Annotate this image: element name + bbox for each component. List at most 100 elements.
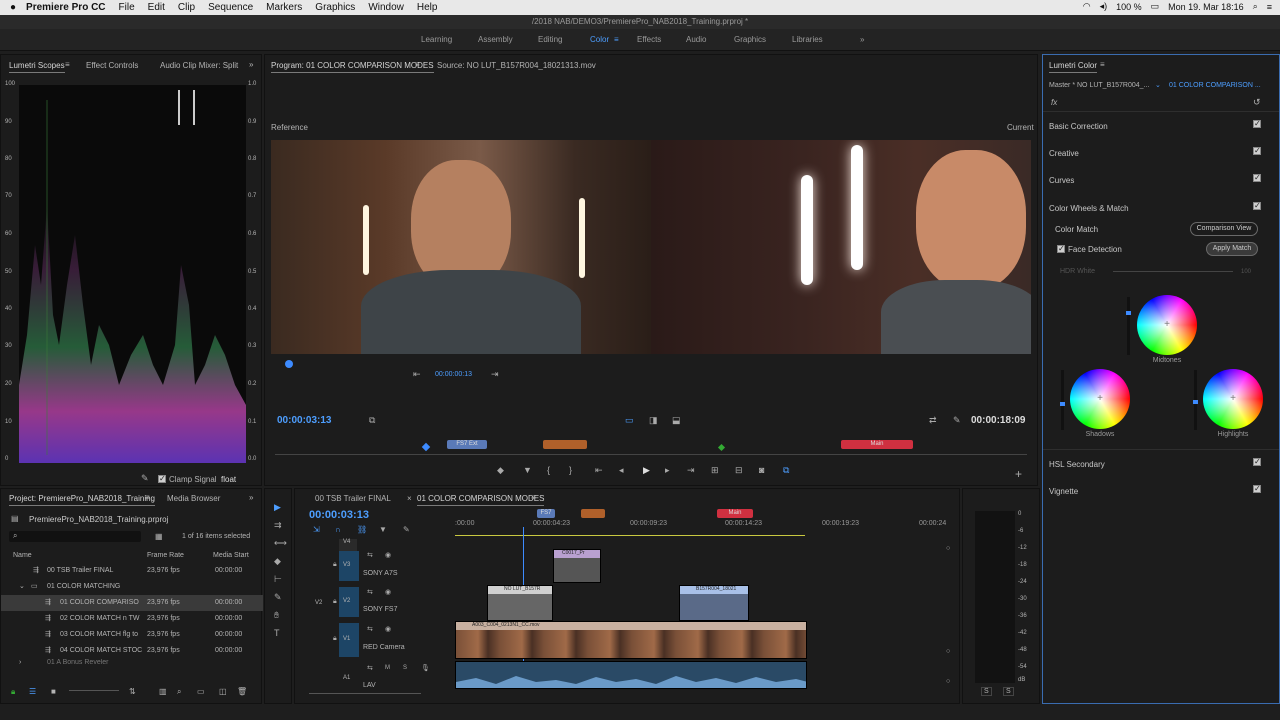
list-item[interactable]: ⇶ 02 COLOR MATCH n TW 23,976 fps 00:00:00 — [1, 611, 263, 627]
creative-checkbox[interactable] — [1253, 146, 1261, 155]
tab-media-browser[interactable]: Media Browser — [167, 494, 220, 503]
export-frame-icon[interactable]: ◙ — [759, 465, 764, 475]
eye-icon[interactable]: ◉ — [385, 588, 391, 596]
list-item[interactable]: ⇶ 00 TSB Trailer FINAL 23,976 fps 00:00:00 — [1, 563, 263, 579]
step-forward-icon[interactable]: ▸ — [665, 465, 670, 476]
vignette-checkbox[interactable] — [1253, 484, 1261, 493]
section-color-wheels[interactable]: Color Wheels & Match — [1049, 204, 1129, 213]
wrench-icon[interactable]: ✎ — [141, 473, 149, 484]
reference-frame[interactable] — [271, 140, 651, 354]
bit-depth-select[interactable]: float — [221, 475, 236, 484]
menu-file[interactable]: File — [119, 2, 135, 13]
panel-menu-icon[interactable]: ≡ — [65, 60, 70, 69]
section-vignette[interactable]: Vignette — [1049, 487, 1078, 496]
master-clip-select[interactable]: Master * NO LUT_B157R004_... — [1049, 82, 1149, 89]
ws-color[interactable]: Color — [590, 35, 609, 44]
pen-icon[interactable]: ✎ — [274, 592, 282, 603]
timeline-marker-main[interactable]: Main — [717, 509, 753, 518]
timeline-zoom-scrollbar[interactable] — [309, 693, 421, 694]
midtones-wheel[interactable] — [1137, 295, 1197, 355]
new-item-icon[interactable]: ◫ — [219, 687, 227, 696]
menu-edit[interactable]: Edit — [148, 2, 165, 13]
selection-tool-icon[interactable]: ▶ — [274, 502, 281, 513]
ws-audio[interactable]: Audio — [686, 35, 706, 44]
timeline-marker-orange[interactable] — [581, 509, 605, 518]
sequence-clip-select[interactable]: 01 COLOR COMPARISON ... — [1169, 82, 1261, 89]
section-basic-correction[interactable]: Basic Correction — [1049, 122, 1108, 131]
tab-lumetri-scopes[interactable]: Lumetri Scopes — [9, 61, 65, 73]
midtones-slider[interactable] — [1126, 297, 1131, 355]
face-detection-checkbox[interactable] — [1057, 244, 1065, 253]
track-v4[interactable]: V4 — [339, 539, 357, 551]
project-search-input[interactable]: ⌕ — [9, 531, 141, 542]
program-scrub-bar[interactable]: FS7 Ext Main — [275, 440, 1027, 455]
go-to-out-icon[interactable]: ⇥ — [687, 465, 695, 476]
menu-help[interactable]: Help — [417, 2, 438, 13]
toggle-sync-icon[interactable]: ⇆ — [367, 551, 373, 559]
marker-green[interactable] — [717, 443, 726, 452]
settings-wrench-icon[interactable]: ✎ — [953, 415, 961, 426]
side-by-side-icon[interactable]: ◨ — [649, 415, 658, 426]
tab-audio-clip-mixer[interactable]: Audio Clip Mixer: Split — [160, 61, 238, 70]
chevron-down-icon[interactable]: ⌄ — [1155, 81, 1161, 89]
color-wheels-checkbox[interactable] — [1253, 201, 1261, 210]
fit-icon[interactable]: ⧉ — [369, 415, 375, 426]
track-v3-target[interactable]: V3 — [339, 551, 359, 581]
scroll-handle-icon[interactable]: ○ — [946, 545, 950, 552]
go-to-in-icon[interactable]: ⇤ — [595, 465, 603, 476]
add-marker-icon[interactable]: ▼ — [379, 525, 387, 534]
comparison-toggle-icon[interactable]: ▭ — [625, 415, 634, 426]
marker-main[interactable]: Main — [841, 440, 913, 449]
list-item[interactable]: › 01 A Bonus Reveler — [1, 659, 263, 667]
track-v2-target[interactable]: V2 — [339, 587, 359, 617]
close-icon[interactable]: × — [407, 494, 412, 503]
marker-icon[interactable]: ◆ — [497, 465, 504, 476]
fx-icon[interactable]: fx — [1051, 98, 1057, 107]
col-frame-rate[interactable]: Frame Rate — [147, 552, 184, 559]
apply-match-button[interactable]: Apply Match — [1206, 242, 1258, 256]
icon-view-icon[interactable]: ■ — [51, 687, 56, 696]
automate-icon[interactable]: ▥ — [159, 687, 167, 696]
comparison-view-button[interactable]: Comparison View — [1190, 222, 1258, 236]
ws-color-menu-icon[interactable]: ≡ — [614, 35, 619, 44]
insert-icon[interactable]: ⊞ — [711, 465, 719, 476]
find-icon[interactable]: ⌕ — [177, 687, 181, 697]
volume-icon[interactable]: ◂) — [1100, 1, 1108, 12]
col-name[interactable]: Name — [13, 552, 32, 559]
apple-icon[interactable]: ● — [10, 2, 16, 13]
list-item[interactable]: ⌄ ▭ 01 COLOR MATCHING — [1, 579, 263, 595]
horizontal-split-icon[interactable]: ⬓ — [672, 415, 681, 426]
marker-orange[interactable] — [543, 440, 587, 449]
timeline-ruler[interactable]: :00:00 00:00:04:23 00:00:09:23 00:00:14:… — [455, 509, 955, 541]
shadows-wheel[interactable] — [1070, 369, 1130, 429]
disclosure-down-icon[interactable]: ⌄ — [19, 579, 25, 595]
swap-icon[interactable]: ⇄ — [929, 415, 937, 426]
mark-in-icon[interactable]: { — [547, 465, 550, 475]
trash-icon[interactable]: 🗑︎ — [237, 687, 247, 696]
section-curves[interactable]: Curves — [1049, 176, 1074, 185]
tab-effect-controls[interactable]: Effect Controls — [86, 61, 138, 70]
clip-v1[interactable]: A003_C004_0213N1_CC.mov — [455, 621, 807, 659]
reference-timecode[interactable]: 00:00:00:13 — [435, 371, 472, 378]
tab-program[interactable]: Program: 01 COLOR COMPARISON MODES — [271, 61, 434, 73]
app-menu[interactable]: Premiere Pro CC — [26, 2, 105, 13]
hsl-checkbox[interactable] — [1253, 457, 1261, 466]
clip-v2-b[interactable]: B157R004_18021 — [679, 585, 749, 621]
search-icon[interactable]: ⌕ — [1253, 1, 1258, 12]
add-marker-icon[interactable]: ▼ — [523, 465, 532, 475]
curves-checkbox[interactable] — [1253, 173, 1261, 182]
list-item[interactable]: ⇶ 03 COLOR MATCH flg to 23,976 fps 00:00:00 — [1, 627, 263, 643]
current-frame[interactable] — [651, 140, 1031, 354]
list-item[interactable]: ⇶ 04 COLOR MATCH STOC 23,976 fps 00:00:00 — [1, 643, 263, 659]
solo-right-button[interactable]: S — [1003, 687, 1014, 696]
lock-icon[interactable]: 🔒︎ — [333, 561, 337, 569]
ws-editing[interactable]: Editing — [538, 35, 562, 44]
clock[interactable]: Mon 19. Mar 18:16 — [1168, 2, 1244, 12]
menu-sequence[interactable]: Sequence — [208, 2, 253, 13]
work-area-bar[interactable] — [455, 535, 805, 536]
overwrite-icon[interactable]: ⊟ — [735, 465, 743, 476]
tab-project[interactable]: Project: PremierePro_NAB2018_Training — [9, 494, 155, 506]
bin-icon[interactable]: ▦ — [155, 532, 163, 541]
timeline-marker-fs7[interactable]: FS7 — [537, 509, 555, 518]
reference-playhead[interactable] — [285, 360, 293, 368]
